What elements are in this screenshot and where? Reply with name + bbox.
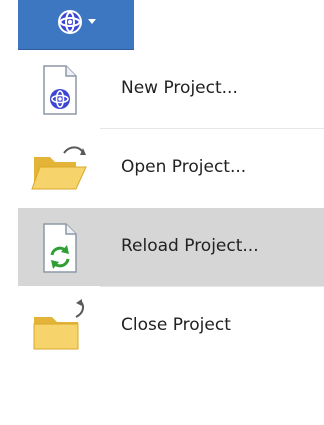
menu-item-open-project[interactable]: Open Project... [18,129,324,207]
ribbon-header [0,0,324,50]
menu-item-label: Reload Project... [121,236,259,256]
application-menu-button[interactable] [18,0,134,50]
new-project-icon [43,65,77,115]
menu-item-label: Open Project... [121,157,247,177]
application-menu: New Project... Open Project... Reload Pr… [18,50,324,425]
open-folder-icon [31,146,87,190]
menu-item-label: New Project... [121,78,238,98]
menu-item-reload-project[interactable]: Reload Project... [18,208,324,286]
reload-project-icon [43,223,77,273]
menu-item-close-project[interactable]: Close Project [18,287,324,365]
menu-item-new-project[interactable]: New Project... [18,50,324,128]
menu-item-label: Close Project [121,315,231,335]
close-folder-icon [33,299,85,350]
application-logo-icon [58,10,82,34]
chevron-down-icon [88,19,96,24]
